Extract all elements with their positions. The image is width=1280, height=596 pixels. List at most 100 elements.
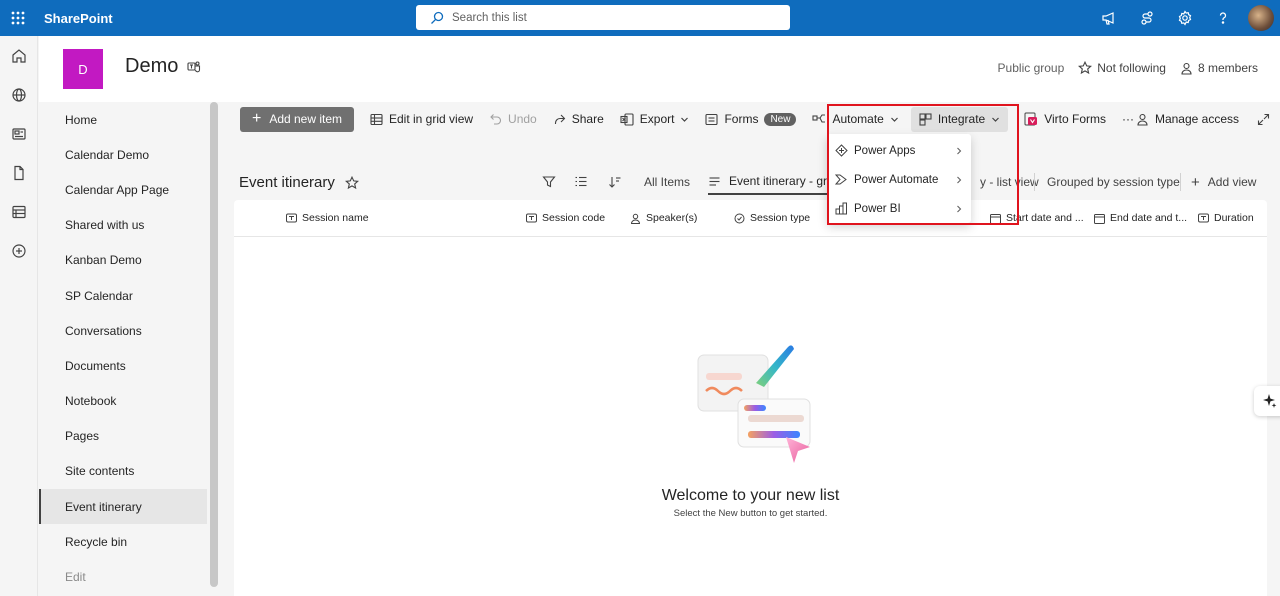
star-icon	[1078, 61, 1093, 75]
automate-icon	[812, 113, 826, 123]
virto-forms-label: Virto Forms	[1044, 112, 1107, 126]
nav-item-site-contents[interactable]: Site contents	[39, 454, 207, 489]
group-by-icon[interactable]	[574, 175, 588, 189]
column-session-name[interactable]: Session name	[286, 212, 369, 224]
add-circle-icon[interactable]	[0, 231, 38, 270]
list-lines-icon	[709, 176, 720, 186]
news-icon[interactable]	[0, 114, 38, 153]
more-commands-button[interactable]: ···	[1122, 107, 1134, 132]
grid-icon	[370, 113, 383, 125]
undo-button[interactable]: Undo	[489, 107, 537, 132]
column-header-row: Session name Session code Speaker(s) Ses…	[234, 200, 1267, 237]
choice-icon	[734, 213, 745, 223]
nav-item-pages[interactable]: Pages	[39, 419, 207, 454]
plus-icon: +	[1191, 173, 1200, 191]
add-new-item-button[interactable]: + Add new item	[240, 106, 354, 132]
search-input[interactable]: Search this list	[416, 5, 790, 30]
nav-item-sp-calendar[interactable]: SP Calendar	[39, 278, 207, 313]
add-view-button[interactable]: + Add view	[1191, 175, 1256, 190]
nav-item-home[interactable]: Home	[39, 102, 207, 137]
text-field-icon	[1198, 213, 1209, 223]
filter-icon[interactable]	[542, 175, 556, 189]
virto-forms-button[interactable]: Virto Forms	[1024, 107, 1106, 132]
column-speakers[interactable]: Speaker(s)	[630, 212, 697, 224]
favorite-star-icon[interactable]	[344, 175, 359, 190]
site-title[interactable]: Demo	[125, 55, 178, 78]
add-view-label: Add view	[1207, 175, 1257, 189]
share-network-icon[interactable]	[1128, 0, 1166, 36]
globe-icon[interactable]	[0, 75, 38, 114]
nav-item-event-itinerary[interactable]: Event itinerary	[39, 489, 207, 525]
view-tab-grouped[interactable]: Grouped by session type	[1047, 175, 1180, 189]
column-label: End date and t...	[1110, 212, 1188, 224]
forms-icon	[705, 113, 719, 125]
nav-edit-link[interactable]: Edit	[39, 559, 207, 594]
manage-access-button[interactable]: Manage access	[1136, 107, 1239, 132]
megaphone-icon[interactable]	[1090, 0, 1128, 36]
copilot-sparkle-icon[interactable]	[1254, 386, 1280, 416]
view-tab-event-itinerary[interactable]: Event itinerary - gr	[708, 169, 828, 195]
search-placeholder: Search this list	[452, 11, 527, 24]
help-icon[interactable]	[1204, 0, 1242, 36]
file-icon[interactable]	[0, 153, 38, 192]
nav-item-shared-with-us[interactable]: Shared with us	[39, 208, 207, 243]
excel-icon	[620, 112, 634, 126]
undo-icon	[490, 113, 502, 125]
brand-name[interactable]: SharePoint	[44, 11, 113, 26]
manage-access-label: Manage access	[1154, 112, 1239, 126]
edit-grid-view-button[interactable]: Edit in grid view	[370, 107, 473, 132]
column-session-type[interactable]: Session type	[734, 212, 810, 224]
plus-icon: +	[251, 110, 262, 127]
list-grid: Session name Session code Speaker(s) Ses…	[234, 200, 1267, 596]
column-label: Duration	[1214, 212, 1254, 224]
sort-icon[interactable]	[608, 175, 622, 189]
column-label: Session name	[302, 212, 369, 224]
column-label: Session type	[750, 212, 811, 224]
nav-item-notebook[interactable]: Notebook	[39, 384, 207, 419]
view-separator	[1034, 173, 1035, 191]
list-icon[interactable]	[0, 192, 38, 231]
column-session-code[interactable]: Session code	[526, 212, 605, 224]
new-badge: New	[764, 112, 797, 126]
app-launcher-icon[interactable]	[0, 0, 36, 36]
undo-label: Undo	[508, 112, 537, 126]
gear-icon[interactable]	[1166, 0, 1204, 36]
expand-icon[interactable]	[1257, 113, 1270, 126]
members-button[interactable]: 8 members	[1180, 61, 1258, 75]
user-avatar[interactable]	[1248, 5, 1274, 31]
follow-label: Not following	[1097, 61, 1166, 75]
export-label: Export	[639, 112, 675, 126]
members-label: 8 members	[1197, 61, 1258, 75]
home-icon[interactable]	[0, 36, 38, 75]
site-logo[interactable]: D	[63, 49, 103, 89]
forms-label: Forms	[724, 112, 759, 126]
column-label: Speaker(s)	[646, 212, 698, 224]
follow-button[interactable]: Not following	[1078, 61, 1166, 75]
teams-icon[interactable]	[187, 60, 201, 77]
export-button[interactable]: Export	[620, 107, 690, 132]
nav-item-recycle-bin[interactable]: Recycle bin	[39, 524, 207, 559]
nav-scrollbar[interactable]	[210, 102, 218, 587]
nav-item-calendar-app-page[interactable]: Calendar App Page	[39, 172, 207, 207]
app-rail	[0, 36, 38, 596]
person-icon	[630, 213, 641, 224]
nav-item-conversations[interactable]: Conversations	[39, 313, 207, 348]
share-icon	[554, 114, 566, 124]
nav-item-calendar-demo[interactable]: Calendar Demo	[39, 137, 207, 172]
view-separator	[1180, 173, 1181, 191]
empty-list-illustration	[234, 335, 1267, 470]
calendar-icon	[1094, 213, 1105, 224]
edit-grid-view-label: Edit in grid view	[389, 112, 474, 126]
share-label: Share	[571, 112, 604, 126]
group-privacy: Public group	[997, 61, 1065, 75]
view-tab-all-items[interactable]: All Items	[644, 175, 690, 189]
column-duration[interactable]: Duration	[1198, 212, 1254, 224]
share-button[interactable]: Share	[553, 107, 604, 132]
nav-item-documents[interactable]: Documents	[39, 348, 207, 383]
forms-button[interactable]: Forms New	[705, 107, 797, 132]
annotation-highlight-box	[827, 104, 1019, 225]
virto-forms-icon	[1024, 112, 1038, 126]
text-field-icon	[526, 213, 537, 223]
column-end-date[interactable]: End date and t...	[1094, 212, 1187, 224]
nav-item-kanban-demo[interactable]: Kanban Demo	[39, 243, 207, 278]
